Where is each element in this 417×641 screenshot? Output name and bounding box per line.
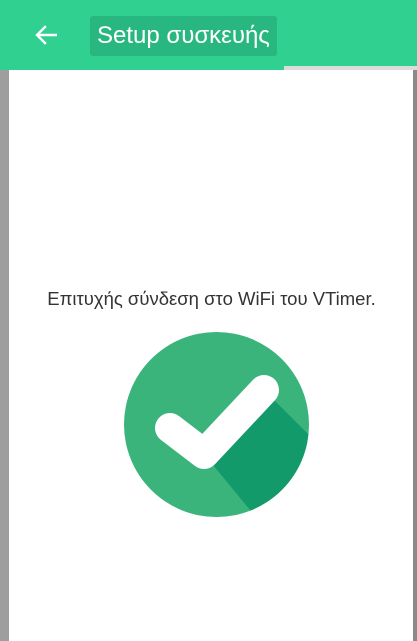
success-check-icon: [124, 332, 309, 517]
arrow-left-icon: [35, 25, 57, 45]
wifi-success-message: Επιτυχής σύνδεση στο WiFi του VTimer.: [47, 288, 376, 309]
page-title-container: Setup συσκευής: [90, 16, 277, 56]
back-button[interactable]: [26, 18, 66, 52]
app-bar: Setup συσκευής: [0, 0, 417, 66]
right-edge-border: [413, 70, 417, 641]
setup-progress-fill: [0, 66, 284, 70]
left-edge-border: [0, 70, 9, 641]
page-title: Setup συσκευής: [97, 22, 270, 49]
device-setup-screen: Setup συσκευής Επιτυχής σύνδεση στο WiFi…: [0, 0, 417, 641]
setup-progress-bar: [0, 66, 417, 70]
